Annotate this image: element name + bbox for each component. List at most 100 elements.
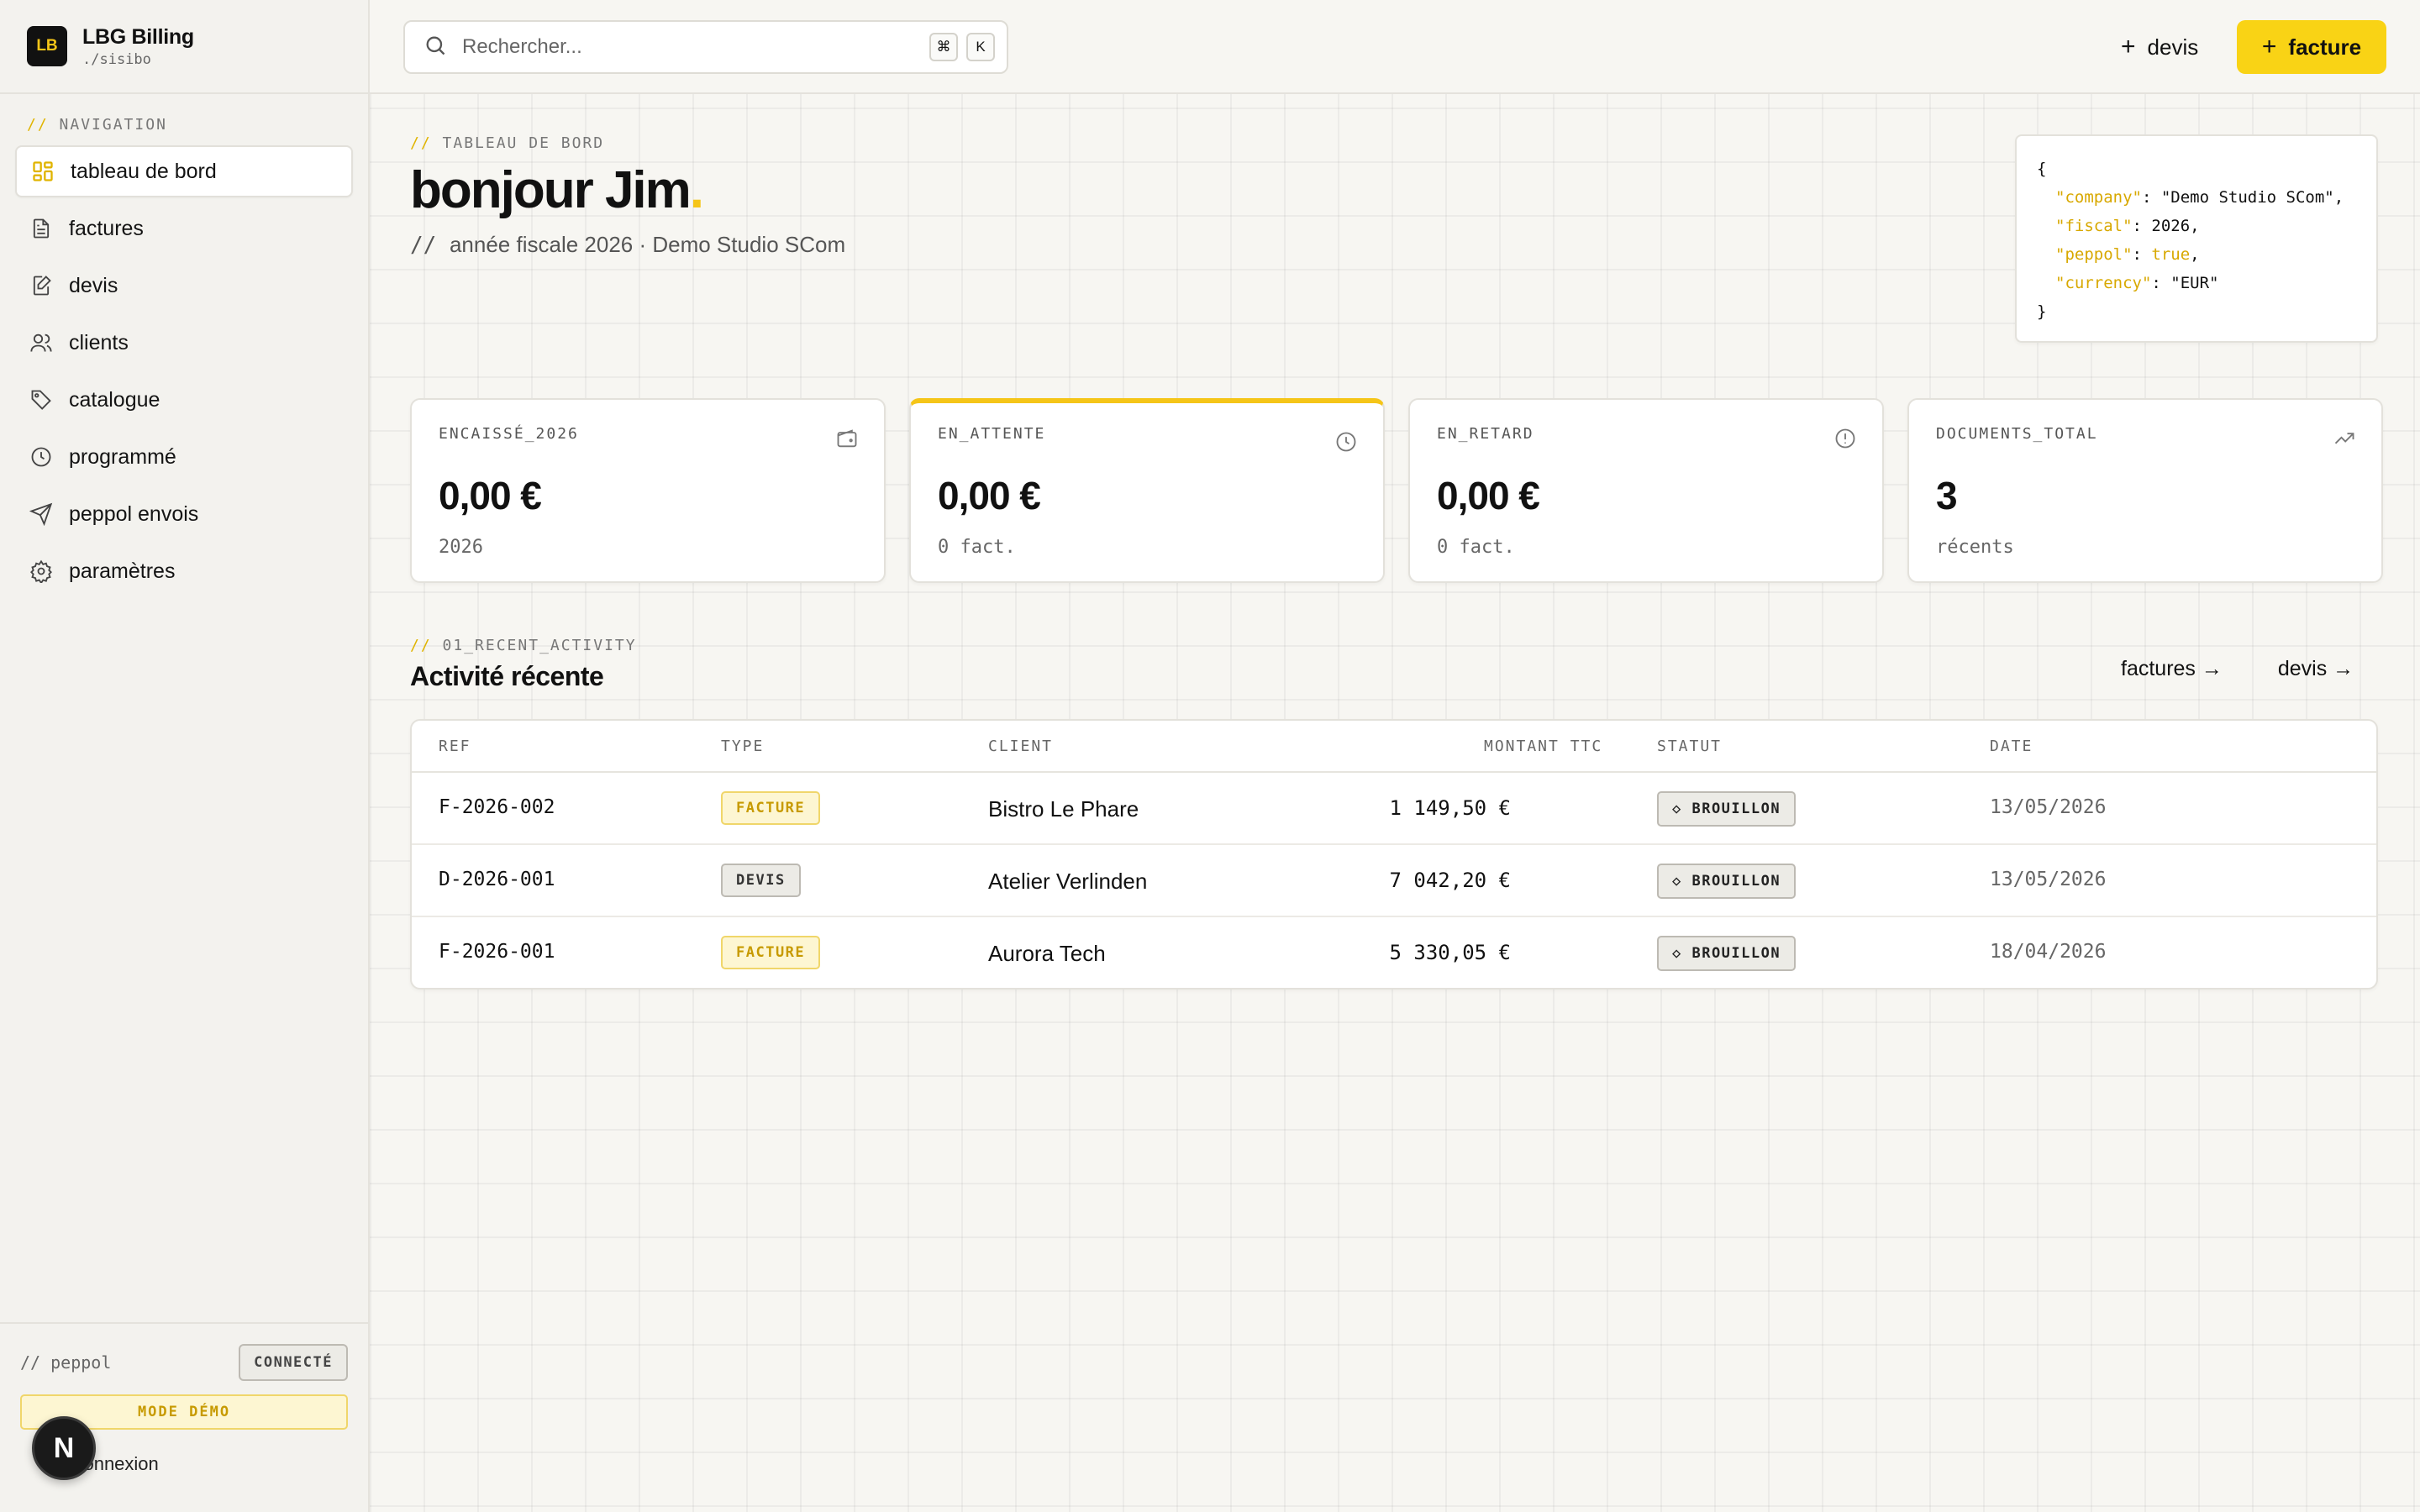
sidebar-item-label: peppol envois [69, 501, 199, 526]
sidebar-item-label: catalogue [69, 387, 160, 412]
brand-subtitle: ./sisibo [82, 50, 151, 68]
activity-eyebrow: // 01_RECENT_ACTIVITY [410, 637, 637, 654]
page-subtitle: // année fiscale 2026 · Demo Studio SCom [410, 232, 846, 258]
row-amount: 7 042,20 € [1389, 869, 1512, 892]
stat-label: ENCAISSÉ_2026 [439, 425, 579, 443]
sidebar-item-peppol-envois[interactable]: peppol envois [15, 488, 353, 540]
link-devis[interactable]: devis → [2278, 657, 2354, 681]
type-badge: FACTURE [721, 936, 821, 969]
type-badge: DEVIS [721, 864, 801, 897]
document-icon [29, 216, 54, 241]
brand[interactable]: LB LBG Billing ./sisibo [0, 0, 368, 94]
sidebar-item-label: paramètres [69, 559, 176, 583]
row-ref: F-2026-002 [439, 796, 555, 818]
sidebar-item-clients[interactable]: clients [15, 317, 353, 369]
new-devis-label: devis [2147, 34, 2199, 60]
row-ref: F-2026-001 [439, 941, 555, 963]
alert-icon [1833, 427, 1857, 450]
stat-card-encaisse: ENCAISSÉ_2026 0,00 € 2026 [410, 398, 886, 583]
stats-row: ENCAISSÉ_2026 0,00 € 2026 EN_ATTENTE 0,0… [410, 398, 2383, 583]
peppol-label: // peppol [20, 1352, 112, 1373]
sidebar-item-label: programmé [69, 444, 176, 469]
avatar[interactable]: N [32, 1416, 96, 1480]
table-header: REF TYPE CLIENT MONTANT TTC STATUT DATE [412, 721, 2376, 773]
row-date: 18/04/2026 [1990, 941, 2107, 963]
stat-label: EN_RETARD [1437, 425, 1534, 443]
wallet-icon [835, 427, 859, 450]
row-client: Aurora Tech [988, 941, 1106, 966]
quote-icon [29, 273, 54, 298]
sidebar-item-programme[interactable]: programmé [15, 431, 353, 483]
stat-label: DOCUMENTS_TOTAL [1936, 425, 2098, 443]
new-facture-label: facture [2288, 34, 2362, 60]
plus-icon: + [2261, 33, 2277, 60]
clock-icon [29, 444, 54, 470]
shortcut-cmd-key: ⌘ [929, 33, 958, 61]
sidebar-item-label: clients [69, 330, 129, 354]
sidebar-nav: tableau de bord factures devis clients c… [0, 145, 368, 597]
clock-icon [1334, 430, 1358, 454]
topbar: Rechercher... ⌘ K + devis + facture [370, 0, 2420, 94]
plus-icon: + [2121, 33, 2136, 60]
sidebar-item-label: tableau de bord [71, 159, 217, 183]
row-client: Bistro Le Phare [988, 796, 1139, 822]
stat-card-en-retard: EN_RETARD 0,00 € 0 fact. [1408, 398, 1884, 583]
stat-sub: 2026 [439, 537, 483, 558]
status-badge: ◇ BROUILLON [1657, 864, 1797, 899]
new-devis-button[interactable]: + devis [2109, 25, 2210, 69]
sidebar-item-label: devis [69, 273, 118, 297]
tag-icon [29, 387, 54, 412]
link-factures[interactable]: factures → [2121, 657, 2223, 681]
search-input[interactable]: Rechercher... ⌘ K [403, 20, 1008, 74]
stat-card-en-attente: EN_ATTENTE 0,00 € 0 fact. [909, 398, 1385, 583]
sidebar: LB LBG Billing ./sisibo // NAVIGATION ta… [0, 0, 370, 1512]
activity-links: factures → devis → [2121, 657, 2354, 681]
stat-label: EN_ATTENTE [938, 425, 1046, 443]
main-content: Rechercher... ⌘ K + devis + facture // T… [370, 0, 2420, 1512]
table-row[interactable]: D-2026-001 DEVIS Atelier Verlinden 7 042… [412, 845, 2376, 917]
company-json-card: { "company": "Demo Studio SCom", "fiscal… [2015, 134, 2378, 343]
users-icon [29, 330, 54, 355]
brand-name: LBG Billing [82, 24, 194, 49]
col-client: CLIENT [988, 738, 1054, 755]
col-date: DATE [1990, 738, 2033, 755]
gear-icon [29, 559, 54, 584]
page-title: bonjour Jim. [410, 161, 704, 219]
row-date: 13/05/2026 [1990, 869, 2107, 890]
row-date: 13/05/2026 [1990, 796, 2107, 818]
stat-sub: récents [1936, 537, 2014, 558]
sidebar-item-parametres[interactable]: paramètres [15, 545, 353, 597]
activity-title: Activité récente [410, 661, 604, 691]
sidebar-item-factures[interactable]: factures [15, 202, 353, 255]
stat-value: 3 [1936, 474, 1958, 517]
row-ref: D-2026-001 [439, 869, 555, 890]
type-badge: FACTURE [721, 791, 821, 825]
col-type: TYPE [721, 738, 765, 755]
shortcut-k-key: K [966, 33, 995, 61]
sidebar-item-catalogue[interactable]: catalogue [15, 374, 353, 426]
col-ref: REF [439, 738, 471, 755]
stat-sub: 0 fact. [938, 537, 1016, 558]
nav-section-label: // NAVIGATION [27, 116, 167, 134]
table-row[interactable]: F-2026-002 FACTURE Bistro Le Phare 1 149… [412, 773, 2376, 845]
activity-header: // 01_RECENT_ACTIVITY Activité récente [410, 637, 637, 692]
page-eyebrow: // TABLEAU DE BORD [410, 134, 605, 152]
dashboard-icon [30, 159, 55, 184]
status-badge: ◇ BROUILLON [1657, 936, 1797, 971]
row-amount: 1 149,50 € [1389, 796, 1512, 820]
new-facture-button[interactable]: + facture [2237, 20, 2386, 74]
row-client: Atelier Verlinden [988, 869, 1148, 894]
sidebar-item-devis[interactable]: devis [15, 260, 353, 312]
stat-value: 0,00 € [439, 474, 542, 517]
row-amount: 5 330,05 € [1389, 941, 1512, 964]
stat-value: 0,00 € [1437, 474, 1540, 517]
col-status: STATUT [1657, 738, 1723, 755]
search-icon [424, 34, 447, 61]
trend-up-icon [2333, 427, 2356, 450]
sidebar-item-dashboard[interactable]: tableau de bord [15, 145, 353, 197]
col-amount: MONTANT TTC [1484, 738, 1603, 755]
sidebar-item-label: factures [69, 216, 144, 240]
table-row[interactable]: F-2026-001 FACTURE Aurora Tech 5 330,05 … [412, 917, 2376, 988]
peppol-status-badge: CONNECTÉ [239, 1344, 348, 1381]
brand-logo: LB [27, 26, 67, 66]
